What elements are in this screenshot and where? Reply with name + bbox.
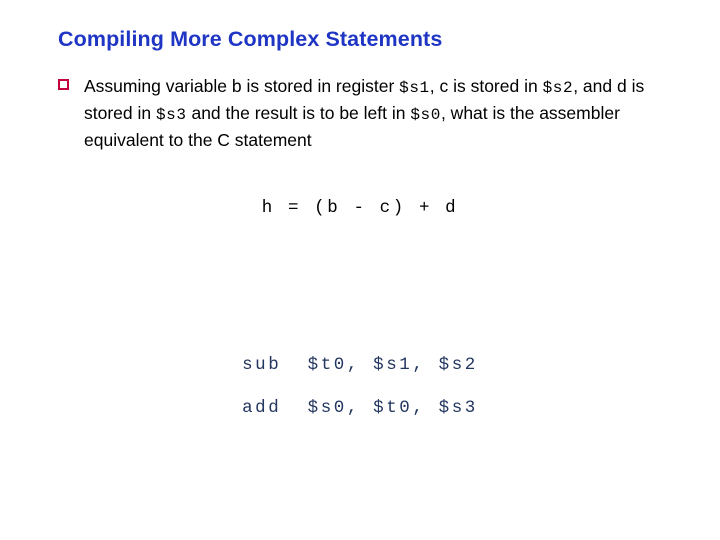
c-statement-code: h = (b - c) + d — [261, 198, 459, 218]
bullet-item-text: Assuming variable b is stored in registe… — [84, 74, 668, 153]
list-item: Assuming variable b is stored in registe… — [58, 74, 668, 153]
page-title: Compiling More Complex Statements — [58, 27, 443, 51]
bullet-list: Assuming variable b is stored in registe… — [58, 74, 668, 153]
register-s3: $s3 — [155, 106, 187, 124]
assembly-line-add: add $s0, $t0, $s3 — [242, 398, 478, 418]
assembly-code-block: sub $t0, $s1, $s2 add $s0, $t0, $s3 — [0, 355, 720, 441]
register-s1: $s1 — [399, 79, 430, 97]
bullet-text-part-4: and the result is to be left in — [186, 103, 411, 123]
square-bullet-icon — [58, 79, 69, 90]
assembly-line-sub: sub $t0, $s1, $s2 — [242, 355, 478, 375]
register-s0: $s0 — [410, 106, 441, 124]
bullet-text-part-1: Assuming variable b is stored in registe… — [84, 76, 400, 96]
bullet-text-part-2: , c is stored in — [429, 76, 543, 96]
slide-canvas: Compiling More Complex Statements Assumi… — [0, 0, 720, 540]
register-s2: $s2 — [542, 79, 574, 97]
